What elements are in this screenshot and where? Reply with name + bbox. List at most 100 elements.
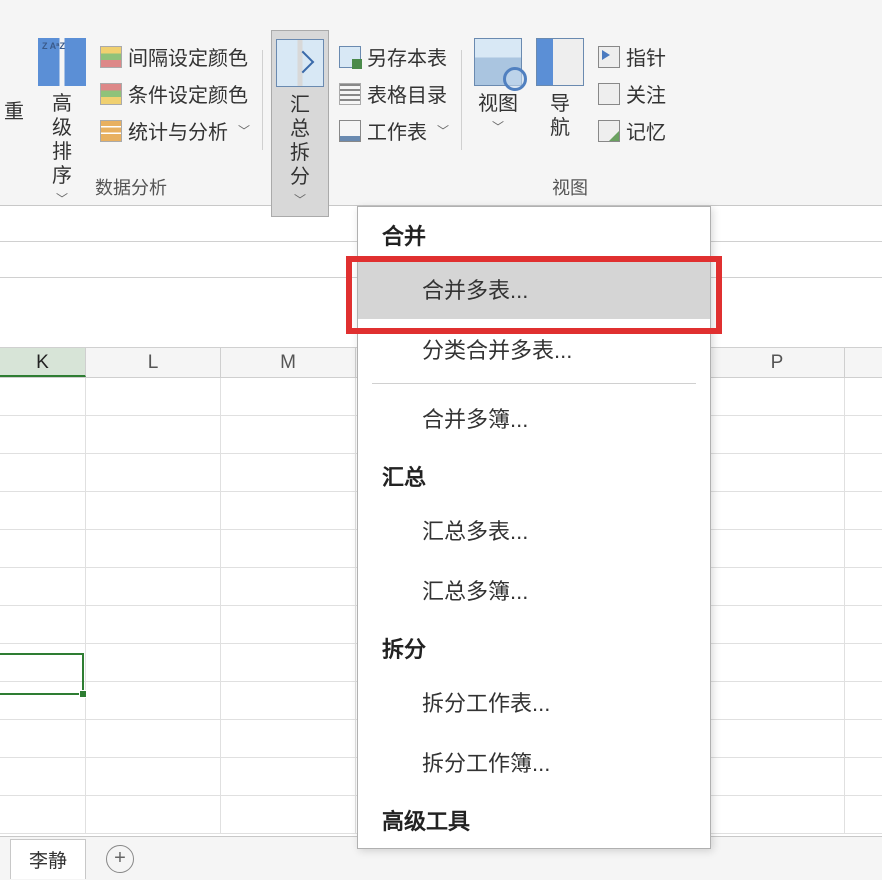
dropdown-item-merge-multi-workbook[interactable]: 合并多簿...: [358, 388, 710, 448]
interval-color-button[interactable]: 间隔设定颜色: [96, 40, 254, 73]
pointer-button[interactable]: 指针: [594, 40, 670, 73]
dropdown-header-split: 拆分: [358, 620, 710, 672]
condition-color-button[interactable]: 条件设定颜色: [96, 77, 254, 110]
related-icon: [598, 83, 620, 105]
grid-cell[interactable]: [221, 416, 356, 454]
ribbon-group-view: 视图 ﹀ 导航 指针 关注 记忆: [462, 30, 678, 205]
grid-cell[interactable]: [86, 720, 221, 758]
grid-cell[interactable]: [710, 720, 845, 758]
grid-cell[interactable]: [710, 606, 845, 644]
grid-cell[interactable]: [221, 530, 356, 568]
col-header-M[interactable]: M: [221, 348, 356, 377]
grid-cell[interactable]: [221, 492, 356, 530]
grid-cell[interactable]: [845, 606, 882, 644]
grid-cell[interactable]: [221, 644, 356, 682]
grid-cell[interactable]: [86, 530, 221, 568]
grid-cell[interactable]: [710, 568, 845, 606]
grid-cell[interactable]: [86, 796, 221, 834]
view-label: 视图: [478, 92, 518, 116]
grid-cell[interactable]: [221, 682, 356, 720]
grid-cell[interactable]: [845, 796, 882, 834]
worksheet-button[interactable]: 工作表 ﹀: [335, 114, 453, 147]
dropdown-item-summary-multi-sheet[interactable]: 汇总多表...: [358, 500, 710, 560]
ribbon-group-summary: 汇总拆分 ﹀ 另存本表 表格目录 工作表 ﹀: [263, 30, 461, 205]
grid-cell[interactable]: [86, 492, 221, 530]
col-header-L[interactable]: L: [86, 348, 221, 377]
grid-cell[interactable]: [710, 644, 845, 682]
grid-cell[interactable]: [86, 568, 221, 606]
grid-cell[interactable]: [845, 454, 882, 492]
grid-cell[interactable]: [221, 568, 356, 606]
grid-cell[interactable]: [0, 378, 86, 416]
grid-cell[interactable]: [710, 492, 845, 530]
grid-cell[interactable]: [0, 758, 86, 796]
condition-color-icon: [100, 83, 122, 105]
grid-cell[interactable]: [86, 758, 221, 796]
related-button[interactable]: 关注: [594, 77, 670, 110]
grid-cell[interactable]: [845, 644, 882, 682]
dropdown-item-merge-multi-sheet[interactable]: 合并多表...: [358, 259, 710, 319]
add-sheet-button[interactable]: +: [106, 845, 134, 873]
grid-cell[interactable]: [221, 796, 356, 834]
condition-color-label: 条件设定颜色: [128, 79, 248, 108]
dropdown-item-split-workbook[interactable]: 拆分工作簿...: [358, 732, 710, 792]
grid-cell[interactable]: [0, 720, 86, 758]
sheet-tab-lijing[interactable]: 李静: [10, 839, 86, 879]
grid-cell[interactable]: [221, 378, 356, 416]
dropdown-item-summary-multi-workbook[interactable]: 汇总多簿...: [358, 560, 710, 620]
grid-cell[interactable]: [845, 682, 882, 720]
col-header-K[interactable]: K: [0, 348, 86, 377]
grid-cell[interactable]: [710, 454, 845, 492]
grid-cell[interactable]: [0, 416, 86, 454]
grid-cell[interactable]: [86, 644, 221, 682]
grid-cell[interactable]: [0, 682, 86, 720]
grid-cell[interactable]: [845, 720, 882, 758]
grid-cell[interactable]: [0, 568, 86, 606]
save-as-icon: [339, 46, 361, 68]
grid-cell[interactable]: [0, 492, 86, 530]
grid-cell[interactable]: [86, 454, 221, 492]
grid-cell[interactable]: [710, 796, 845, 834]
dropdown-item-category-merge[interactable]: 分类合并多表...: [358, 319, 710, 379]
grid-cell[interactable]: [845, 530, 882, 568]
grid-cell[interactable]: [710, 416, 845, 454]
grid-cell[interactable]: [0, 606, 86, 644]
grid-cell[interactable]: [845, 378, 882, 416]
memo-button[interactable]: 记忆: [594, 114, 670, 147]
grid-cell[interactable]: [710, 378, 845, 416]
grid-cell[interactable]: [710, 530, 845, 568]
stats-analysis-label: 统计与分析: [128, 116, 228, 145]
col-header-Q[interactable]: Q: [845, 348, 882, 377]
dropdown-item-split-worksheet[interactable]: 拆分工作表...: [358, 672, 710, 732]
sort-icon: [38, 38, 86, 86]
summary-split-button[interactable]: 汇总拆分 ﹀: [271, 30, 329, 217]
grid-cell[interactable]: [710, 682, 845, 720]
grid-cell[interactable]: [221, 454, 356, 492]
save-as-sheet-label: 另存本表: [367, 42, 447, 71]
table-of-contents-button[interactable]: 表格目录: [335, 77, 453, 110]
grid-cell[interactable]: [0, 796, 86, 834]
chevron-down-icon: ﹀: [492, 118, 504, 135]
pointer-label: 指针: [626, 42, 666, 71]
chevron-down-icon: ﹀: [238, 122, 250, 139]
grid-cell[interactable]: [0, 454, 86, 492]
grid-cell[interactable]: [845, 758, 882, 796]
navigation-icon: [536, 38, 584, 86]
chevron-down-icon: ﹀: [437, 122, 449, 139]
grid-cell[interactable]: [845, 492, 882, 530]
col-header-P[interactable]: P: [710, 348, 845, 377]
grid-cell[interactable]: [221, 606, 356, 644]
grid-cell[interactable]: [86, 416, 221, 454]
grid-cell[interactable]: [0, 644, 86, 682]
grid-cell[interactable]: [0, 530, 86, 568]
stats-analysis-button[interactable]: 统计与分析 ﹀: [96, 114, 254, 147]
grid-cell[interactable]: [845, 568, 882, 606]
grid-cell[interactable]: [86, 606, 221, 644]
grid-cell[interactable]: [710, 758, 845, 796]
grid-cell[interactable]: [86, 378, 221, 416]
grid-cell[interactable]: [221, 758, 356, 796]
grid-cell[interactable]: [845, 416, 882, 454]
grid-cell[interactable]: [221, 720, 356, 758]
grid-cell[interactable]: [86, 682, 221, 720]
save-as-sheet-button[interactable]: 另存本表: [335, 40, 453, 73]
